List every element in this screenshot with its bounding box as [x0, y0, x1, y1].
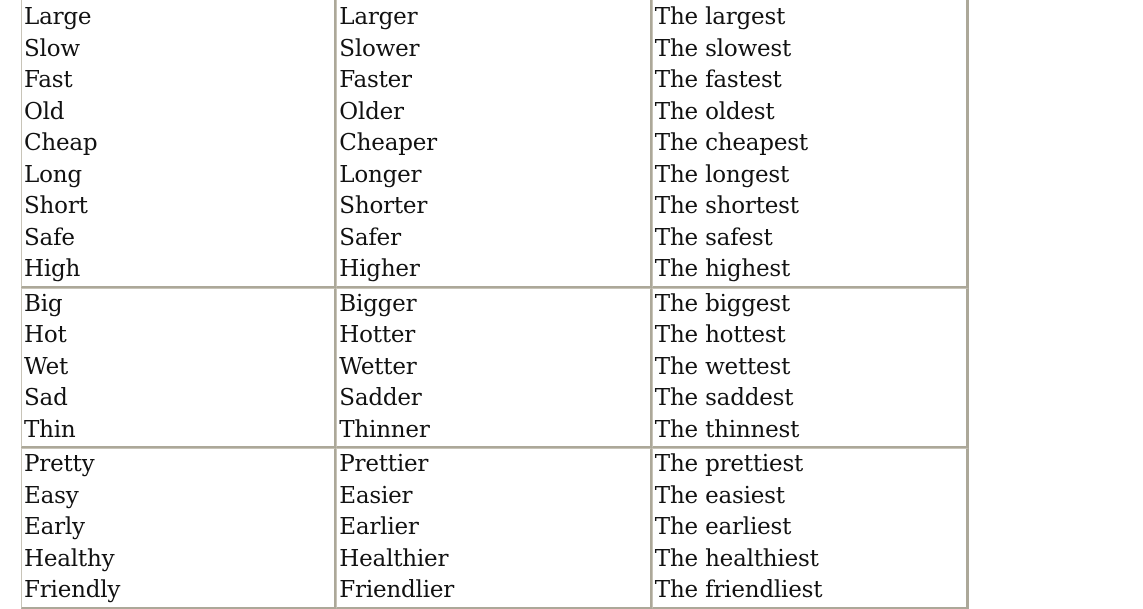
- comparative-word: Higher: [339, 256, 420, 282]
- superlative-word: The longest: [654, 161, 790, 188]
- base-word: Safe: [24, 224, 75, 251]
- table-body: Large Slow Fast Old Cheap Long Short Saf…: [21, 0, 969, 609]
- comparative-word: Safer: [339, 224, 401, 251]
- adjective-comparison-table: Large Slow Fast Old Cheap Long Short Saf…: [21, 0, 969, 609]
- base-word: Short: [24, 193, 88, 219]
- superlative-word: The prettiest: [654, 451, 804, 477]
- base-word: Cheap: [24, 130, 98, 156]
- superlative-word: The earliest: [654, 514, 792, 540]
- comparative-word: Earlier: [339, 514, 419, 540]
- base-word: High: [24, 256, 81, 282]
- base-word: Slow: [24, 35, 80, 62]
- comparative-word: Larger: [339, 4, 418, 30]
- superlative-cell: The biggest The hottest The wettest The …: [651, 287, 969, 448]
- comparatives-table-container: Large Slow Fast Old Cheap Long Short Saf…: [21, 0, 969, 609]
- comparative-word: Longer: [339, 161, 422, 188]
- base-adjective-cell: Large Slow Fast Old Cheap Long Short Saf…: [21, 0, 337, 288]
- superlative-word: The fastest: [654, 67, 782, 93]
- base-word: Healthy: [24, 545, 115, 572]
- superlative-word: The oldest: [654, 98, 775, 125]
- base-word: Sad: [24, 385, 68, 411]
- superlative-word: The highest: [654, 256, 791, 282]
- superlative-word: The healthiest: [654, 545, 819, 572]
- superlative-word: The saddest: [654, 385, 794, 411]
- superlative-word: The largest: [654, 4, 786, 30]
- table-row-group: Big Hot Wet Sad Thin Bigger Hotter Wette…: [21, 287, 969, 448]
- comparative-word: Slower: [339, 35, 420, 62]
- comparative-word: Thinner: [339, 416, 430, 443]
- superlative-word: The cheapest: [654, 130, 808, 156]
- base-word: Hot: [24, 322, 67, 348]
- base-adjective-cell: Big Hot Wet Sad Thin: [21, 287, 337, 448]
- comparative-cell: Larger Slower Faster Older Cheaper Longe…: [336, 0, 652, 288]
- base-word: Early: [24, 514, 85, 540]
- base-word: Easy: [24, 482, 79, 509]
- base-word: Old: [24, 98, 65, 125]
- comparative-word: Wetter: [339, 353, 417, 380]
- superlative-word: The biggest: [654, 290, 790, 317]
- base-word: Large: [24, 4, 92, 30]
- base-word: Wet: [24, 353, 69, 380]
- superlative-word: The safest: [654, 224, 773, 251]
- comparative-word: Healthier: [339, 545, 449, 572]
- base-word: Fast: [24, 67, 73, 93]
- superlative-word: The hottest: [654, 322, 786, 348]
- comparative-word: Easier: [339, 482, 413, 509]
- comparative-cell: Bigger Hotter Wetter Sadder Thinner: [336, 287, 652, 448]
- superlative-cell: The prettiest The easiest The earliest T…: [651, 448, 969, 609]
- superlative-word: The thinnest: [654, 416, 800, 443]
- comparative-word: Faster: [339, 67, 412, 93]
- comparative-word: Bigger: [339, 290, 417, 317]
- comparative-word: Sadder: [339, 385, 422, 411]
- superlative-word: The wettest: [654, 353, 791, 380]
- comparative-word: Hotter: [339, 322, 416, 348]
- comparative-cell: Prettier Easier Earlier Healthier Friend…: [336, 448, 652, 609]
- base-word: Long: [24, 161, 82, 188]
- superlative-word: The shortest: [654, 193, 799, 219]
- table-row-group: Pretty Easy Early Healthy Friendly Prett…: [21, 448, 969, 609]
- base-word: Big: [24, 290, 63, 317]
- superlative-cell: The largest The slowest The fastest The …: [651, 0, 969, 288]
- base-word: Thin: [24, 416, 76, 443]
- comparative-word: Prettier: [339, 451, 429, 477]
- base-word: Friendly: [24, 577, 121, 603]
- comparative-word: Shorter: [339, 193, 428, 219]
- comparative-word: Older: [339, 98, 404, 125]
- comparative-word: Friendlier: [339, 577, 455, 603]
- superlative-word: The friendliest: [654, 577, 823, 603]
- superlative-word: The slowest: [654, 35, 792, 62]
- comparative-word: Cheaper: [339, 130, 437, 156]
- base-adjective-cell: Pretty Easy Early Healthy Friendly: [21, 448, 337, 609]
- base-word: Pretty: [24, 451, 95, 477]
- superlative-word: The easiest: [654, 482, 785, 509]
- table-row-group: Large Slow Fast Old Cheap Long Short Saf…: [21, 0, 969, 288]
